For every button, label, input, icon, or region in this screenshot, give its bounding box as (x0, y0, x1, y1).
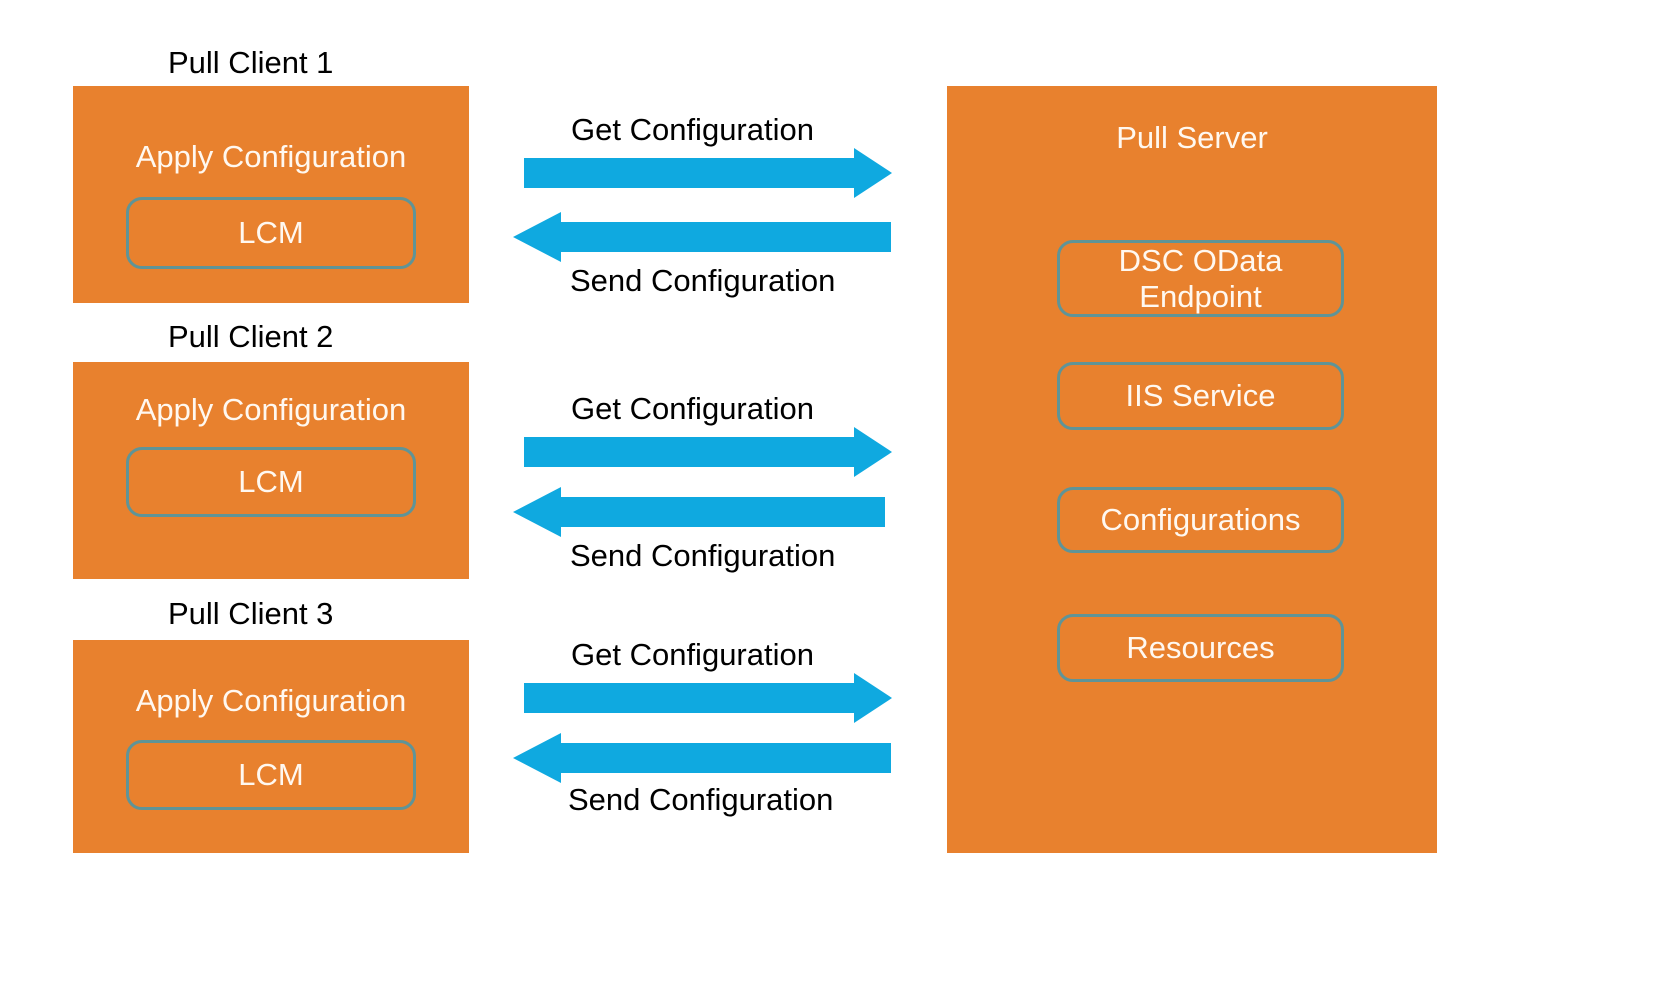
client-caption-3: Pull Client 3 (168, 596, 334, 631)
send-configuration-arrow-1 (513, 212, 891, 262)
server-component-dsc-odata-endpoint: DSC OData Endpoint (1057, 240, 1344, 317)
apply-configuration-label-1: Apply Configuration (135, 139, 407, 174)
client-caption-2: Pull Client 2 (168, 319, 334, 354)
lcm-box-3: LCM (126, 740, 416, 810)
lcm-label-3: LCM (238, 757, 304, 793)
get-configuration-label-3: Get Configuration (571, 637, 814, 672)
get-configuration-label-2: Get Configuration (571, 391, 814, 426)
server-component-label-0-line1: DSC OData (1118, 242, 1283, 278)
pull-server-panel (947, 86, 1437, 853)
server-component-label-0-line2: Endpoint (1139, 278, 1262, 314)
send-configuration-label-3: Send Configuration (568, 782, 834, 817)
lcm-label-2: LCM (238, 464, 304, 500)
send-configuration-arrow-3 (513, 733, 891, 783)
send-configuration-label-2: Send Configuration (570, 538, 836, 573)
get-configuration-arrow-2 (524, 427, 892, 477)
apply-configuration-label-2: Apply Configuration (135, 392, 407, 427)
lcm-box-2: LCM (126, 447, 416, 517)
server-component-label-1: IIS Service (1125, 378, 1276, 414)
server-component-label-3: Resources (1126, 630, 1275, 666)
pull-server-title: Pull Server (1116, 120, 1268, 155)
diagram-canvas: Pull Client 1 Apply Configuration LCM Ge… (0, 0, 1655, 1000)
server-component-resources: Resources (1057, 614, 1344, 682)
client-caption-1: Pull Client 1 (168, 45, 334, 80)
lcm-label-1: LCM (238, 215, 304, 251)
server-component-configurations: Configurations (1057, 487, 1344, 553)
get-configuration-label-1: Get Configuration (571, 112, 814, 147)
get-configuration-arrow-3 (524, 673, 892, 723)
server-component-label-2: Configurations (1100, 502, 1301, 538)
server-component-iis-service: IIS Service (1057, 362, 1344, 430)
send-configuration-arrow-2 (513, 487, 885, 537)
lcm-box-1: LCM (126, 197, 416, 269)
get-configuration-arrow-1 (524, 148, 892, 198)
pull-client-panel-1 (73, 86, 469, 303)
apply-configuration-label-3: Apply Configuration (135, 683, 407, 718)
send-configuration-label-1: Send Configuration (570, 263, 836, 298)
